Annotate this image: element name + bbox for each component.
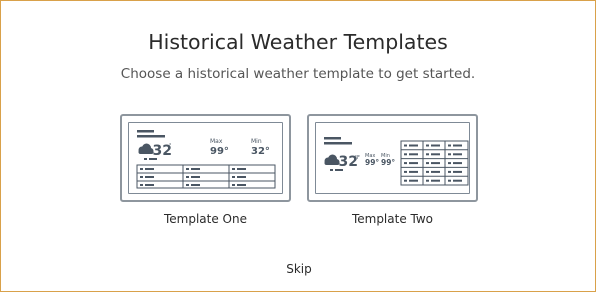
cloud-icon bbox=[324, 154, 340, 165]
preview-unit: °F bbox=[355, 155, 361, 161]
preview-line bbox=[137, 135, 165, 138]
preview-max-label: Max bbox=[210, 138, 223, 145]
cloud-icon bbox=[138, 143, 154, 154]
template-one-card[interactable]: 32 ° Max 99° Min 32° bbox=[120, 114, 291, 202]
preview-table-cells bbox=[140, 168, 246, 186]
preview-line bbox=[330, 169, 333, 171]
preview-min-label: Min bbox=[251, 138, 262, 145]
template-one-label[interactable]: Template One bbox=[120, 212, 291, 226]
preview-max-value: 99° bbox=[210, 146, 229, 157]
template-one-preview: 32 ° Max 99° Min 32° bbox=[128, 122, 283, 194]
preview-min-value: 32° bbox=[251, 146, 270, 157]
template-two-preview: 32 °F Max 99° Min 99° bbox=[315, 122, 470, 194]
skip-button[interactable]: Skip bbox=[269, 262, 329, 276]
preview-line bbox=[335, 169, 343, 171]
preview-max-value: 99° bbox=[365, 158, 379, 167]
preview-line bbox=[137, 130, 154, 133]
template-two-card[interactable]: 32 °F Max 99° Min 99° bbox=[307, 114, 478, 202]
dialog-title: Historical Weather Templates bbox=[148, 30, 448, 54]
preview-line bbox=[149, 158, 157, 160]
preview-line bbox=[324, 137, 341, 140]
template-two-preview-graphic: 32 °F Max 99° Min 99° bbox=[324, 137, 469, 186]
preview-line bbox=[324, 142, 352, 145]
dialog-subtitle: Choose a historical weather template to … bbox=[120, 66, 476, 82]
preview-min-value: 99° bbox=[381, 158, 395, 167]
preview-line bbox=[144, 158, 147, 160]
preview-table bbox=[136, 164, 276, 189]
dialog: Historical Weather Templates Choose a hi… bbox=[0, 0, 596, 292]
template-two-label[interactable]: Template Two bbox=[307, 212, 478, 226]
template-one-preview-graphic: 32 ° Max 99° Min 32° bbox=[136, 130, 276, 189]
